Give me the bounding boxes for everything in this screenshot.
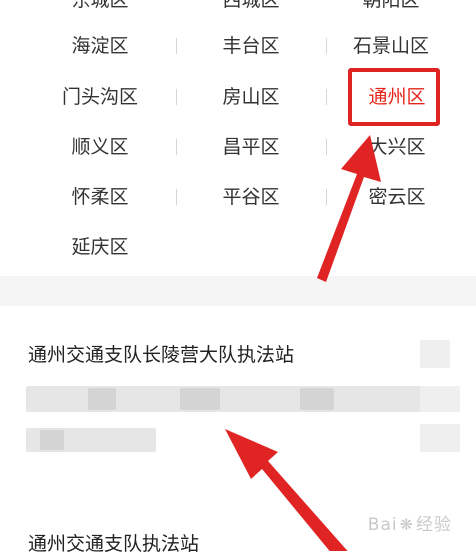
district-haidian[interactable]: 海淀区 <box>45 34 155 58</box>
divider <box>176 139 177 155</box>
district-changping[interactable]: 昌平区 <box>196 135 306 159</box>
divider <box>326 189 327 205</box>
district-pinggu[interactable]: 平谷区 <box>196 185 306 209</box>
district-chaoyang[interactable]: 朝阳区 <box>336 0 446 12</box>
district-grid: 东城区 西城区 朝阳区 海淀区 丰台区 石景山区 门头沟区 房山区 通州区 顺义… <box>0 0 476 270</box>
section-divider <box>0 276 476 306</box>
district-shijingshan[interactable]: 石景山区 <box>336 34 446 58</box>
divider <box>326 139 327 155</box>
divider <box>176 38 177 54</box>
district-yanqing[interactable]: 延庆区 <box>45 235 155 259</box>
divider <box>176 189 177 205</box>
district-dongcheng[interactable]: 东城区 <box>45 0 155 12</box>
paw-icon: ❋ <box>399 515 414 534</box>
result-title-1[interactable]: 通州交通支队长陵营大队执法站 <box>28 343 294 367</box>
divider <box>326 38 327 54</box>
watermark: Bai ❋ 经验 <box>367 515 452 535</box>
divider <box>176 89 177 105</box>
district-daxing[interactable]: 大兴区 <box>342 135 452 159</box>
district-mentougou[interactable]: 门头沟区 <box>45 85 155 109</box>
district-miyun[interactable]: 密云区 <box>342 185 452 209</box>
district-xicheng[interactable]: 西城区 <box>196 0 306 12</box>
district-shunyi[interactable]: 顺义区 <box>45 135 155 159</box>
result-title-2[interactable]: 通州交通支队执法站 <box>28 532 199 556</box>
district-huairou[interactable]: 怀柔区 <box>45 185 155 209</box>
selection-highlight-box <box>348 68 440 126</box>
district-fengtai[interactable]: 丰台区 <box>196 34 306 58</box>
divider <box>326 89 327 105</box>
arrow-lower <box>225 429 348 551</box>
district-fangshan[interactable]: 房山区 <box>196 85 306 109</box>
